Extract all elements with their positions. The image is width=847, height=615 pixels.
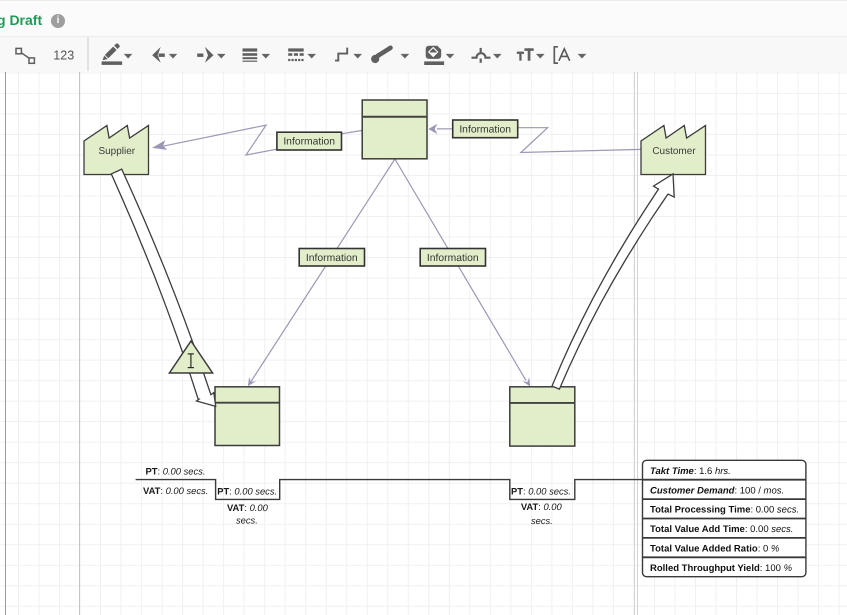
svg-text:Information: Information (283, 137, 335, 148)
svg-text:Total Value Add Time: 0.00 sec: Total Value Add Time: 0.00 secs. (650, 524, 793, 535)
svg-text:Rolled Throughput Yield: 100 %: Rolled Throughput Yield: 100 % (650, 563, 793, 574)
svg-text:VAT: 0.00: VAT: 0.00 (227, 502, 269, 513)
svg-text:Takt Time: 1.6 hrs.: Takt Time: 1.6 hrs. (650, 466, 731, 477)
svg-text:VAT: 0.00: VAT: 0.00 (521, 501, 563, 512)
svg-text:Customer Demand: 100 / mos.: Customer Demand: 100 / mos. (650, 485, 784, 496)
svg-text:VAT: 0.00 secs.: VAT: 0.00 secs. (143, 485, 208, 496)
svg-text:secs.: secs. (236, 515, 258, 526)
svg-text:PT: 0.00 secs.: PT: 0.00 secs. (217, 485, 277, 496)
svg-text:Total Value Added Ratio: 0 %: Total Value Added Ratio: 0 % (650, 544, 780, 555)
svg-text:Total Processing Time: 0.00 se: Total Processing Time: 0.00 secs. (650, 505, 799, 516)
svg-text:Customer: Customer (652, 146, 696, 157)
svg-text:Information: Information (459, 124, 511, 135)
svg-text:Information: Information (306, 253, 358, 264)
svg-text:PT: 0.00 secs.: PT: 0.00 secs. (146, 465, 206, 476)
svg-text:secs.: secs. (531, 515, 553, 526)
svg-text:PT: 0.00 secs.: PT: 0.00 secs. (511, 486, 571, 497)
svg-text:Supplier: Supplier (98, 146, 135, 157)
svg-text:Information: Information (427, 253, 479, 264)
